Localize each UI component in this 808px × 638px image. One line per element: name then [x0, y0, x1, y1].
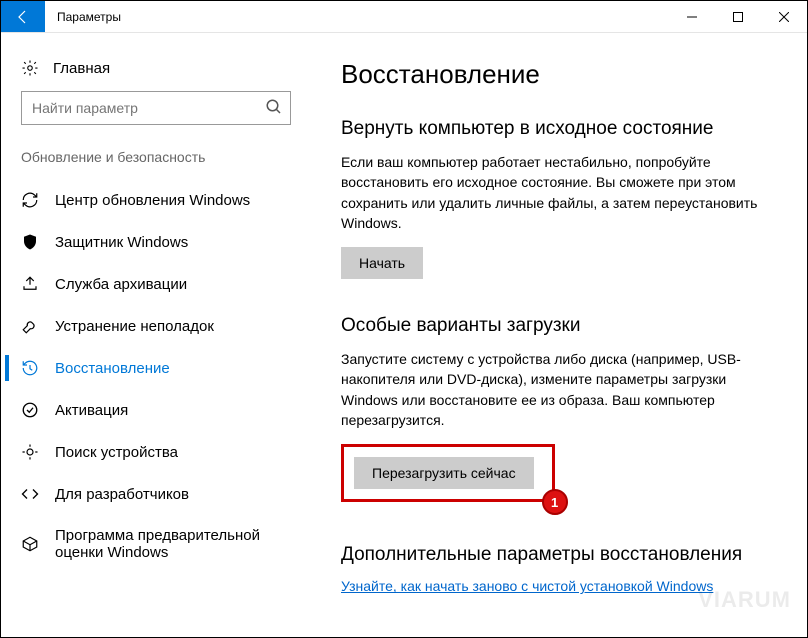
sidebar-item-label: Программа предварительной оценки Windows [55, 527, 291, 561]
section-heading: Дополнительные параметры восстановления [341, 544, 783, 566]
section-reset: Вернуть компьютер в исходное состояние Е… [341, 118, 783, 279]
window-controls [669, 1, 807, 32]
close-button[interactable] [761, 1, 807, 32]
sidebar-item-label: Служба архивации [55, 276, 187, 293]
search-input[interactable] [21, 91, 291, 125]
sidebar-item-insider[interactable]: Программа предварительной оценки Windows [5, 515, 307, 573]
watermark: VIARUM [698, 587, 791, 613]
wrench-icon [21, 317, 39, 335]
reset-start-button[interactable]: Начать [341, 247, 423, 279]
box-icon [21, 535, 39, 553]
section-label: Обновление и безопасность [5, 143, 307, 179]
sidebar-item-activation[interactable]: Активация [5, 389, 307, 431]
sidebar: Главная Обновление и безопасность Центр … [1, 33, 311, 637]
minimize-button[interactable] [669, 1, 715, 32]
locate-icon [21, 443, 39, 461]
section-body: Если ваш компьютер работает нестабильно,… [341, 152, 783, 233]
sidebar-item-label: Центр обновления Windows [55, 192, 250, 209]
clean-install-link[interactable]: Узнайте, как начать заново с чистой уста… [341, 578, 713, 594]
annotation-highlight: Перезагрузить сейчас 1 [341, 444, 555, 502]
sidebar-item-developers[interactable]: Для разработчиков [5, 473, 307, 515]
sidebar-item-label: Активация [55, 402, 128, 419]
sidebar-item-find-device[interactable]: Поиск устройства [5, 431, 307, 473]
sidebar-item-defender[interactable]: Защитник Windows [5, 221, 307, 263]
section-heading: Вернуть компьютер в исходное состояние [341, 118, 783, 140]
window-title: Параметры [45, 1, 669, 32]
restart-now-button[interactable]: Перезагрузить сейчас [354, 457, 534, 489]
sidebar-item-label: Восстановление [55, 360, 170, 377]
sidebar-item-label: Для разработчиков [55, 486, 189, 503]
sidebar-item-label: Поиск устройства [55, 444, 178, 461]
back-button[interactable] [1, 1, 45, 32]
annotation-number: 1 [542, 489, 568, 515]
search-box[interactable] [21, 91, 291, 125]
shield-icon [21, 233, 39, 251]
home-label: Главная [53, 60, 110, 77]
sidebar-item-label: Устранение неполадок [55, 318, 214, 335]
sidebar-item-label: Защитник Windows [55, 234, 188, 251]
backup-icon [21, 275, 39, 293]
code-icon [21, 485, 39, 503]
section-advanced-startup: Особые варианты загрузки Запустите систе… [341, 315, 783, 508]
sidebar-item-backup[interactable]: Служба архивации [5, 263, 307, 305]
main-panel: Восстановление Вернуть компьютер в исход… [311, 33, 807, 637]
history-icon [21, 359, 39, 377]
check-icon [21, 401, 39, 419]
home-nav[interactable]: Главная [5, 51, 307, 91]
section-body: Запустите систему с устройства либо диск… [341, 349, 783, 430]
section-heading: Особые варианты загрузки [341, 315, 783, 337]
search-icon [265, 98, 283, 119]
sync-icon [21, 191, 39, 209]
sidebar-item-windows-update[interactable]: Центр обновления Windows [5, 179, 307, 221]
sidebar-item-troubleshoot[interactable]: Устранение неполадок [5, 305, 307, 347]
gear-icon [21, 59, 39, 77]
title-bar: Параметры [1, 1, 807, 33]
page-title: Восстановление [341, 59, 783, 90]
sidebar-item-recovery[interactable]: Восстановление [5, 347, 307, 389]
maximize-button[interactable] [715, 1, 761, 32]
